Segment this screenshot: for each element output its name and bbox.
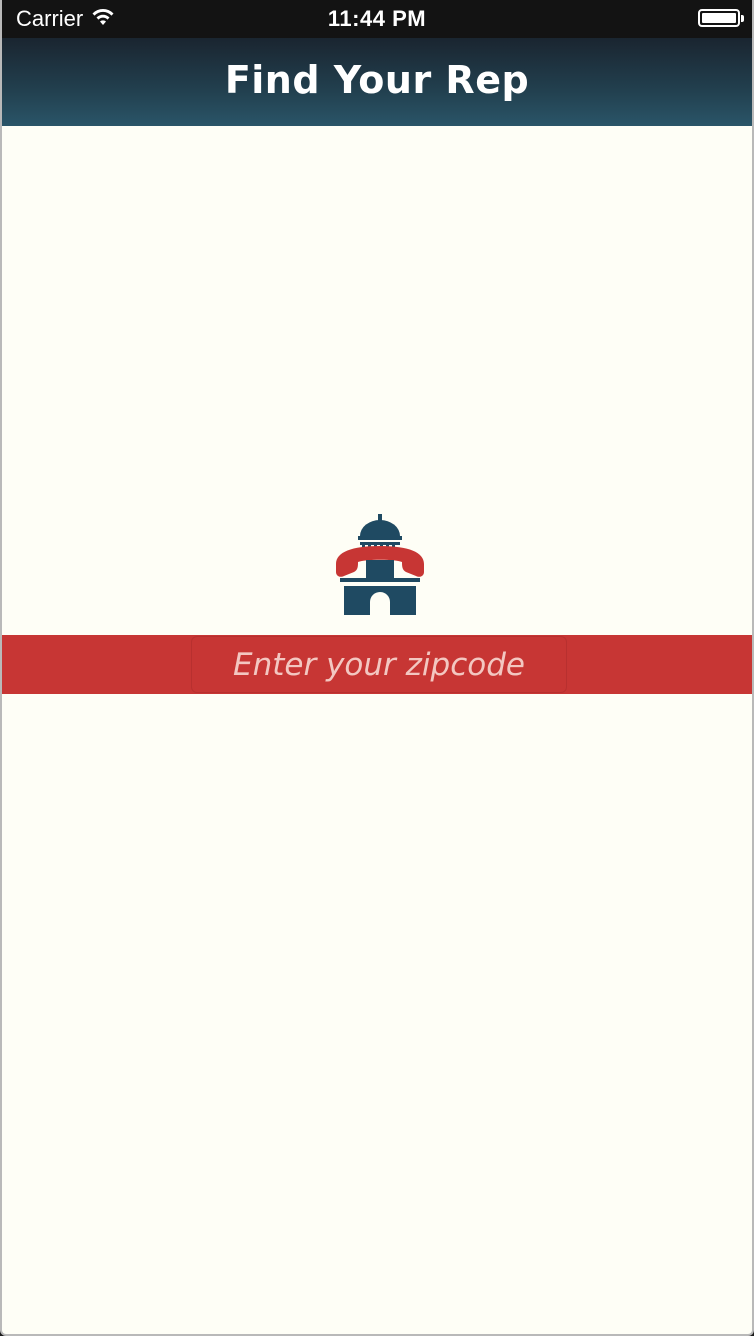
- capitol-phone-icon: [332, 512, 428, 618]
- battery-icon: [698, 9, 744, 27]
- navigation-bar: Find Your Rep: [2, 38, 752, 126]
- zipcode-banner: [2, 635, 752, 694]
- zipcode-input[interactable]: [191, 636, 567, 693]
- status-time: 11:44 PM: [327, 6, 427, 31]
- page-title: Find Your Rep: [224, 58, 530, 102]
- app-screen: Carrier 11:44 PM Find Your Rep: [0, 0, 754, 1336]
- status-bar: Carrier 11:44 PM: [2, 0, 752, 38]
